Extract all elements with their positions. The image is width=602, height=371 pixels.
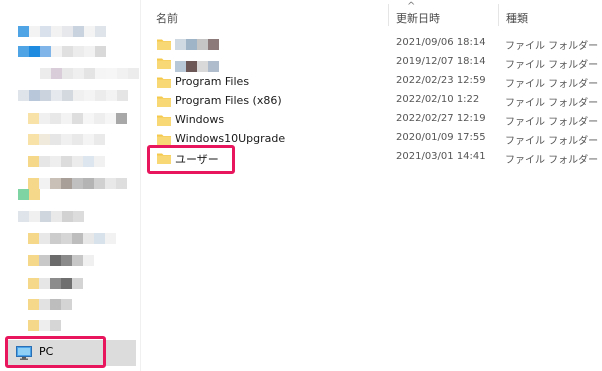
file-date: 2022/02/23 12:59 [396, 75, 486, 86]
folder-icon [157, 96, 171, 107]
column-divider[interactable] [388, 4, 389, 26]
navigation-pane: PC [0, 0, 141, 371]
file-type: ファイル フォルダー [505, 136, 599, 147]
column-header-type[interactable]: 種類 [506, 10, 528, 26]
redacted-name [175, 61, 219, 72]
file-date: 2022/02/10 1:22 [396, 94, 480, 105]
sidebar-item-blurred[interactable] [28, 178, 127, 189]
sidebar-item-blurred[interactable] [28, 278, 83, 289]
file-type: ファイル フォルダー [505, 79, 599, 90]
file-date: 2019/12/07 18:14 [396, 56, 486, 67]
sidebar-item-blurred[interactable] [28, 299, 72, 310]
sidebar-item-blurred[interactable] [18, 211, 84, 222]
folder-icon [157, 39, 171, 50]
file-row[interactable]: 2019/12/07 18:14 ファイル フォルダー [140, 54, 602, 73]
file-date: 2020/01/09 17:55 [396, 132, 486, 143]
folder-icon [157, 134, 171, 145]
file-type: ファイル フォルダー [505, 60, 599, 71]
sidebar-item-blurred[interactable] [18, 189, 40, 200]
file-type: ファイル フォルダー [505, 117, 599, 128]
sidebar-item-blurred[interactable] [28, 255, 94, 266]
file-type: ファイル フォルダー [505, 41, 599, 52]
file-type: ファイル フォルダー [505, 155, 599, 166]
redacted-name [175, 39, 219, 50]
file-date: 2021/03/01 14:41 [396, 151, 486, 162]
sidebar-item-blurred[interactable] [28, 134, 105, 145]
file-row[interactable]: Program Files (x86) 2022/02/10 1:22 ファイル… [140, 92, 602, 111]
column-header-name[interactable]: 名前 [156, 10, 178, 26]
file-type: ファイル フォルダー [505, 98, 599, 109]
column-header-date[interactable]: 更新日時 [396, 10, 440, 26]
column-divider[interactable] [498, 4, 499, 26]
file-row[interactable]: 2021/09/06 18:14 ファイル フォルダー [140, 35, 602, 54]
sidebar-item-blurred[interactable] [28, 113, 127, 124]
file-name: Program Files (x86) [175, 94, 282, 107]
sidebar-item-blurred[interactable] [40, 68, 139, 79]
sidebar-item-blurred[interactable] [28, 233, 116, 244]
file-row[interactable]: Program Files 2022/02/23 12:59 ファイル フォルダ… [140, 73, 602, 92]
folder-icon [157, 77, 171, 88]
file-date: 2021/09/06 18:14 [396, 37, 486, 48]
folder-icon [157, 58, 171, 69]
file-name: Windows10Upgrade [175, 132, 286, 145]
file-row[interactable]: Windows 2022/02/27 12:19 ファイル フォルダー [140, 111, 602, 130]
file-name: Program Files [175, 75, 250, 88]
column-header: 名前 ^ 更新日時 種類 [140, 0, 602, 32]
folder-icon [157, 115, 171, 126]
sidebar-item-blurred[interactable] [28, 320, 61, 331]
highlight-box-pc [5, 336, 106, 368]
sidebar-item-blurred[interactable] [18, 46, 106, 57]
highlight-box-users [147, 145, 235, 174]
file-name: Windows [175, 113, 225, 126]
sidebar-item-blurred[interactable] [18, 90, 128, 101]
sidebar-item-blurred[interactable] [18, 26, 106, 37]
sidebar-item-blurred[interactable] [28, 156, 105, 167]
file-date: 2022/02/27 12:19 [396, 113, 486, 124]
